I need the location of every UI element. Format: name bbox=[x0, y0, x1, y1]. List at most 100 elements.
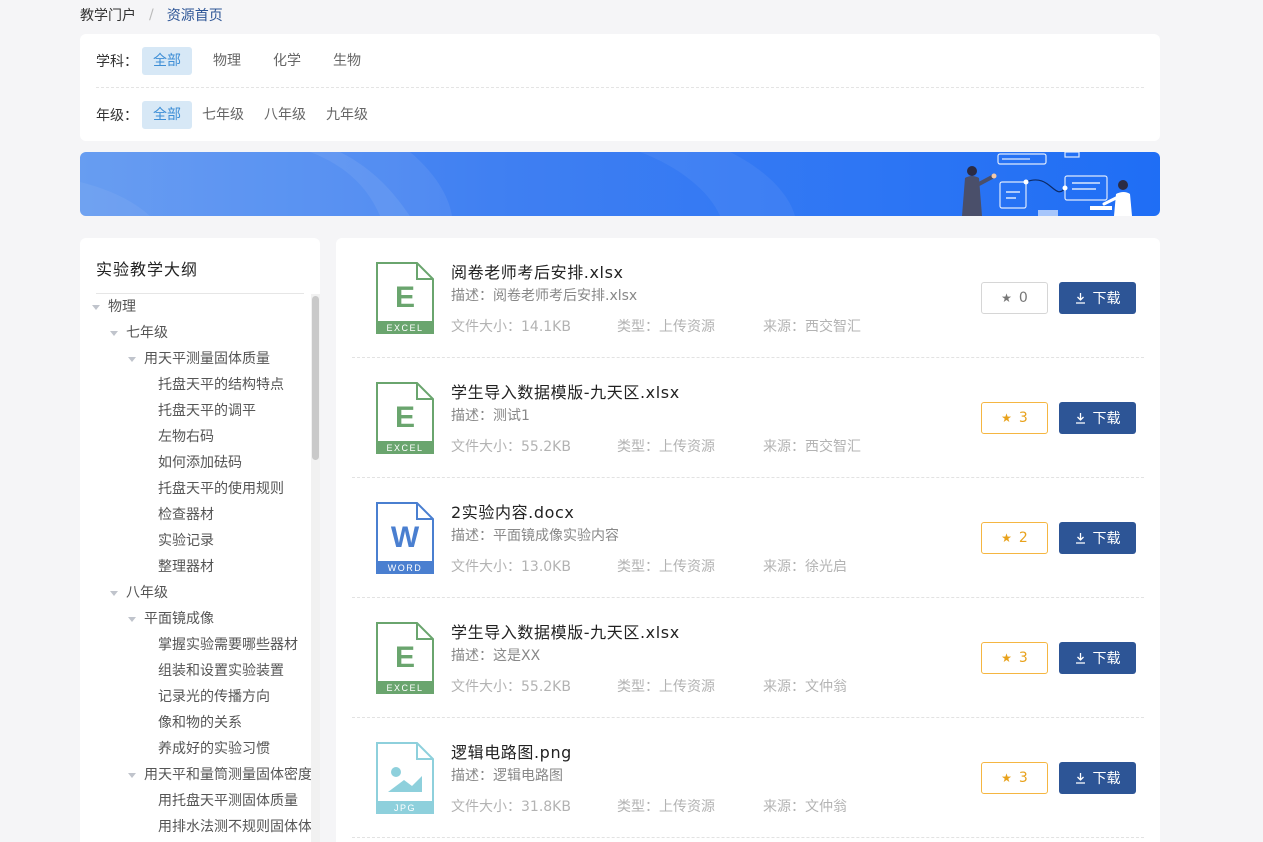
tree-node[interactable]: 检查器材 bbox=[80, 502, 312, 528]
tree-node[interactable]: 八年级 bbox=[80, 580, 312, 606]
banner bbox=[80, 152, 1160, 216]
description-label: 描述： bbox=[451, 768, 493, 784]
tree-node[interactable]: 托盘天平的使用规则 bbox=[80, 476, 312, 502]
resource-meta: 文件大小：55.2KB 类型：上传资源 来源：西交智汇 bbox=[451, 436, 861, 456]
download-button[interactable]: 下载 bbox=[1059, 282, 1136, 314]
download-button[interactable]: 下载 bbox=[1059, 402, 1136, 434]
star-icon: ★ bbox=[1001, 411, 1012, 425]
tree-node[interactable]: 养成好的实验习惯 bbox=[80, 736, 312, 762]
tree-node[interactable]: 记录光的传播方向 bbox=[80, 684, 312, 710]
tree-node-label: 像和物的关系 bbox=[158, 715, 242, 731]
favorite-button[interactable]: ★ 3 bbox=[981, 402, 1048, 434]
subject-option-all[interactable]: 全部 bbox=[142, 47, 192, 75]
file-source-label: 来源： bbox=[763, 679, 805, 695]
file-size: 文件大小：55.2KB bbox=[451, 436, 617, 456]
file-size-label: 文件大小： bbox=[451, 559, 521, 575]
caret-down-icon[interactable] bbox=[92, 304, 100, 310]
outline-scrollbar[interactable] bbox=[311, 294, 320, 842]
file-size-label: 文件大小： bbox=[451, 439, 521, 455]
tree-node[interactable]: 如何添加砝码 bbox=[80, 450, 312, 476]
outline-tree: 物理七年级用天平测量固体质量托盘天平的结构特点 托盘天平的调平 左物右码 如何添加砝码… bbox=[80, 294, 312, 840]
filter-divider bbox=[96, 87, 1144, 88]
tree-node-label: 用排水法测不规则固体体积 bbox=[158, 819, 312, 835]
tree-node[interactable]: 像和物的关系 bbox=[80, 710, 312, 736]
caret-down-icon[interactable] bbox=[110, 330, 118, 336]
tree-node[interactable]: 整理器材 bbox=[80, 554, 312, 580]
tree-node[interactable]: 平面镜成像 bbox=[80, 606, 312, 632]
tree-node-label: 记录光的传播方向 bbox=[158, 689, 270, 705]
download-button[interactable]: 下载 bbox=[1059, 642, 1136, 674]
subject-option-chemistry[interactable]: 化学 bbox=[262, 47, 312, 75]
file-source-label: 来源： bbox=[763, 439, 805, 455]
file-source-label: 来源： bbox=[763, 559, 805, 575]
resource-name[interactable]: 阅卷老师考后安排.xlsx bbox=[451, 259, 624, 283]
download-label: 下载 bbox=[1092, 411, 1121, 427]
tree-node[interactable]: 七年级 bbox=[80, 320, 312, 346]
favorite-count: 2 bbox=[1018, 530, 1028, 546]
favorite-button[interactable]: ★ 0 bbox=[981, 282, 1048, 314]
resource-name[interactable]: 逻辑电路图.png bbox=[451, 739, 572, 763]
file-type-value: 上传资源 bbox=[659, 799, 715, 815]
download-button[interactable]: 下载 bbox=[1059, 522, 1136, 554]
file-size: 文件大小：14.1KB bbox=[451, 316, 617, 336]
file-type-value: 上传资源 bbox=[659, 679, 715, 695]
tree-node-label: 物理 bbox=[108, 299, 136, 315]
caret-down-icon[interactable] bbox=[128, 616, 136, 622]
caret-down-icon[interactable] bbox=[128, 772, 136, 778]
resource-name[interactable]: 学生导入数据模版-九天区.xlsx bbox=[451, 619, 680, 643]
favorite-button[interactable]: ★ 3 bbox=[981, 642, 1048, 674]
grade-option-grade7[interactable]: 七年级 bbox=[202, 101, 244, 129]
tree-node[interactable]: 左物右码 bbox=[80, 424, 312, 450]
download-label: 下载 bbox=[1092, 531, 1121, 547]
file-source-label: 来源： bbox=[763, 319, 805, 335]
tree-node[interactable]: 实验记录 bbox=[80, 528, 312, 554]
breadcrumb: 教学门户 / 资源首页 bbox=[80, 5, 223, 25]
tree-node-label: 检查器材 bbox=[158, 507, 214, 523]
favorite-button[interactable]: ★ 2 bbox=[981, 522, 1048, 554]
favorite-button[interactable]: ★ 3 bbox=[981, 762, 1048, 794]
tree-node[interactable]: 物理 bbox=[80, 294, 312, 320]
grade-filter-label: 年级： bbox=[96, 108, 138, 124]
subject-option-biology[interactable]: 生物 bbox=[322, 47, 372, 75]
tree-node-label: 用天平测量固体质量 bbox=[144, 351, 270, 367]
subject-option-physics[interactable]: 物理 bbox=[202, 47, 252, 75]
resource-item: E EXCEL 学生导入数据模版-九天区.xlsx 描述：测试1 文件大小：55.2KB… bbox=[352, 358, 1144, 478]
tree-node[interactable]: 组装和设置实验装置 bbox=[80, 658, 312, 684]
file-type-label: 类型： bbox=[617, 559, 659, 575]
file-type-value: 上传资源 bbox=[659, 559, 715, 575]
tree-node[interactable]: 用天平测量固体质量 bbox=[80, 346, 312, 372]
description-label: 描述： bbox=[451, 648, 493, 664]
resource-name[interactable]: 学生导入数据模版-九天区.xlsx bbox=[451, 379, 680, 403]
tree-node[interactable]: 掌握实验需要哪些器材 bbox=[80, 632, 312, 658]
tree-node[interactable]: 用天平和量筒测量固体密度 bbox=[80, 762, 312, 788]
file-type-value: 上传资源 bbox=[659, 319, 715, 335]
caret-down-icon[interactable] bbox=[110, 590, 118, 596]
download-icon bbox=[1075, 533, 1085, 544]
grade-option-grade9[interactable]: 九年级 bbox=[326, 101, 368, 129]
svg-text:E: E bbox=[395, 401, 415, 434]
tree-node[interactable]: 用排水法测不规则固体体积 bbox=[80, 814, 312, 840]
breadcrumb-home-link[interactable]: 教学门户 bbox=[80, 5, 136, 25]
svg-text:EXCEL: EXCEL bbox=[386, 683, 423, 693]
resource-meta: 文件大小：31.8KB 类型：上传资源 来源：文仲翁 bbox=[451, 796, 847, 816]
description-label: 描述： bbox=[451, 288, 493, 304]
tree-node-label: 用托盘天平测固体质量 bbox=[158, 793, 298, 809]
download-icon bbox=[1075, 413, 1085, 424]
download-icon bbox=[1075, 293, 1085, 304]
grade-option-grade8[interactable]: 八年级 bbox=[264, 101, 306, 129]
tree-node-label: 托盘天平的使用规则 bbox=[158, 481, 284, 497]
grade-option-all[interactable]: 全部 bbox=[142, 101, 192, 129]
tree-node[interactable]: 用托盘天平测固体质量 bbox=[80, 788, 312, 814]
download-button[interactable]: 下载 bbox=[1059, 762, 1136, 794]
tree-node[interactable]: 托盘天平的调平 bbox=[80, 398, 312, 424]
outline-scroll-thumb[interactable] bbox=[312, 296, 319, 460]
caret-down-icon[interactable] bbox=[128, 356, 136, 362]
file-type-value: 上传资源 bbox=[659, 439, 715, 455]
resource-name[interactable]: 2实验内容.docx bbox=[451, 499, 574, 523]
description-text: 平面镜成像实验内容 bbox=[493, 528, 619, 544]
file-source-value: 文仲翁 bbox=[805, 679, 847, 695]
tree-node[interactable]: 托盘天平的结构特点 bbox=[80, 372, 312, 398]
download-label: 下载 bbox=[1092, 291, 1121, 307]
svg-text:W: W bbox=[391, 521, 420, 554]
file-size: 文件大小：13.0KB bbox=[451, 556, 617, 576]
